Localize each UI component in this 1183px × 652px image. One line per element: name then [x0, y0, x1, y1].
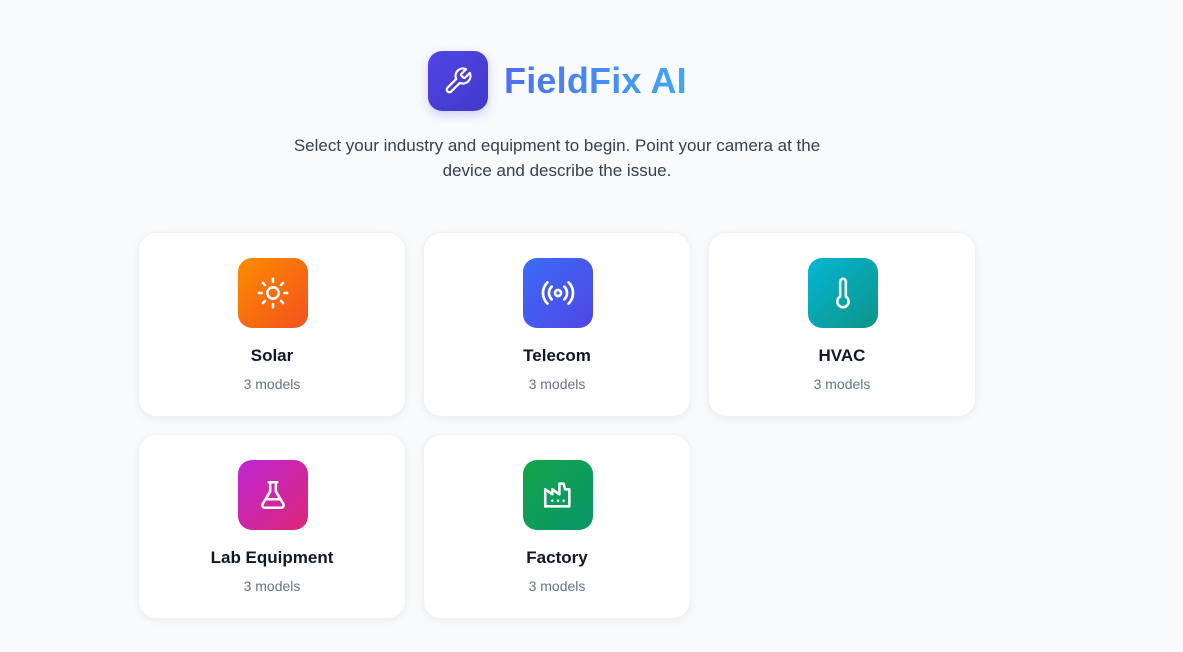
industry-name: HVAC — [818, 346, 866, 365]
industry-card-telecom[interactable]: Telecom 3 models — [423, 232, 691, 417]
industry-card-lab-equipment[interactable]: Lab Equipment 3 models — [138, 434, 406, 619]
page: FieldFix AI Select your industry and equ… — [0, 0, 1183, 652]
thermometer-icon — [808, 258, 878, 328]
subtitle: Select your industry and equipment to be… — [293, 136, 821, 180]
brand-logo — [428, 51, 488, 111]
flask-icon — [238, 460, 308, 530]
sun-icon — [238, 258, 308, 328]
broadcast-icon — [523, 258, 593, 328]
industry-model-count: 3 models — [528, 578, 586, 594]
factory-icon — [523, 460, 593, 530]
industry-name: Telecom — [523, 346, 591, 365]
industry-name: Solar — [250, 346, 294, 365]
industry-name: Lab Equipment — [210, 548, 334, 567]
wrench-icon — [443, 66, 473, 96]
industry-name: Factory — [526, 548, 588, 567]
industry-card-factory[interactable]: Factory 3 models — [423, 434, 691, 619]
industry-model-count: 3 models — [243, 376, 301, 392]
industry-model-count: 3 models — [243, 578, 301, 594]
industry-model-count: 3 models — [528, 376, 586, 392]
industry-model-count: 3 models — [813, 376, 871, 392]
brand-header: FieldFix AI — [428, 51, 687, 111]
app-title: FieldFix AI — [504, 60, 687, 101]
industry-card-hvac[interactable]: HVAC 3 models — [708, 232, 976, 417]
industry-card-solar[interactable]: Solar 3 models — [138, 232, 406, 417]
